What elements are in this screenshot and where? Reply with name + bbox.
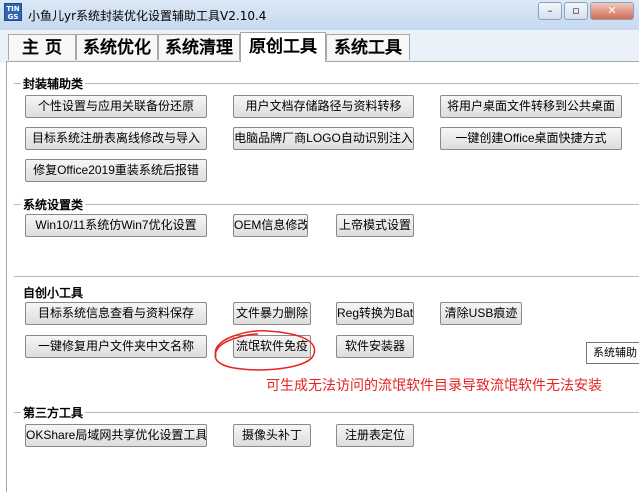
office-shortcut-button[interactable]: 一键创建Office桌面快捷方式 <box>440 127 622 150</box>
profile-backup-button[interactable]: 个性设置与应用关联备份还原 <box>25 95 207 118</box>
section-divider-thirdparty <box>14 412 639 413</box>
maximize-icon[interactable]: ▫ <box>564 2 588 20</box>
window-title: 小鱼儿yr系统封装优化设置辅助工具V2.10.4 <box>28 9 267 23</box>
user-docs-migrate-button[interactable]: 用户文档存储路径与资料转移 <box>233 95 414 118</box>
god-mode-button[interactable]: 上帝模式设置 <box>336 214 414 237</box>
minimize-icon[interactable]: – <box>538 2 562 20</box>
tab-original-tools[interactable]: 原创工具 <box>240 32 326 62</box>
annotation-note: 可生成无法访问的流氓软件目录导致流氓软件无法安装 <box>266 378 602 394</box>
section-title-thirdparty: 第三方工具 <box>21 404 86 421</box>
okshare-button[interactable]: OKShare局域网共享优化设置工具 <box>25 424 207 447</box>
section-title-settings: 系统设置类 <box>21 196 86 213</box>
tab-system-optimize[interactable]: 系统优化 <box>76 34 158 60</box>
title-bar: TIN GS 小鱼儿yr系统封装优化设置辅助工具V2.10.4 – ▫ ✕ <box>0 0 639 30</box>
camera-patch-button[interactable]: 摄像头补丁 <box>233 424 311 447</box>
force-delete-button[interactable]: 文件暴力删除 <box>233 302 311 325</box>
tab-system-tools[interactable]: 系统工具 <box>326 34 410 60</box>
tooltip: 系统辅助 <box>586 342 639 364</box>
registry-locate-button[interactable]: 注册表定位 <box>336 424 414 447</box>
section-title-tools: 自创小工具 <box>21 284 86 301</box>
red-circle-annotation <box>214 330 316 371</box>
close-icon[interactable]: ✕ <box>590 2 634 20</box>
system-info-button[interactable]: 目标系统信息查看与资料保存 <box>25 302 207 325</box>
oem-logo-inject-button[interactable]: 电脑品牌厂商LOGO自动识别注入 <box>233 127 414 150</box>
desktop-to-public-button[interactable]: 将用户桌面文件转移到公共桌面 <box>440 95 622 118</box>
app-logo-icon: TIN GS <box>4 3 22 21</box>
section-title-packaging: 封装辅助类 <box>21 75 86 92</box>
software-installer-button[interactable]: 软件安装器 <box>336 335 414 358</box>
clear-usb-traces-button[interactable]: 清除USB痕迹 <box>440 302 522 325</box>
oem-info-button[interactable]: OEM信息修改 <box>233 214 308 237</box>
section-divider-tools <box>14 276 639 277</box>
fix-user-folder-name-button[interactable]: 一键修复用户文件夹中文名称 <box>25 335 207 358</box>
tab-home[interactable]: 主 页 <box>8 34 76 60</box>
section-divider-settings <box>14 204 639 205</box>
win7-style-button[interactable]: Win10/11系统仿Win7优化设置 <box>25 214 207 237</box>
reg-to-bat-button[interactable]: Reg转换为Bat <box>336 302 414 325</box>
office2019-fix-button[interactable]: 修复Office2019重装系统后报错 <box>25 159 207 182</box>
offline-registry-button[interactable]: 目标系统注册表离线修改与导入 <box>25 127 207 150</box>
section-divider-packaging <box>14 83 639 84</box>
tab-system-clean[interactable]: 系统清理 <box>158 34 240 60</box>
